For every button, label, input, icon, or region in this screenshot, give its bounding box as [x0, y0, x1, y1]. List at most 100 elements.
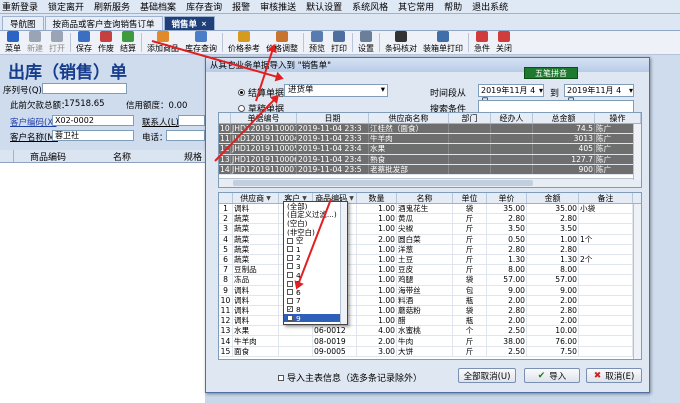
preview-button[interactable]: 预览 [306, 31, 328, 54]
table-cell: 7 [219, 265, 233, 275]
filter-checkbox[interactable] [287, 289, 293, 296]
items-col-header[interactable] [219, 193, 233, 203]
menu-item[interactable]: 基础档案 [140, 0, 176, 13]
menu-button[interactable]: 菜单 [2, 31, 24, 54]
save-button[interactable]: 保存 [73, 31, 95, 54]
customer-filter-dropdown[interactable]: (全部)(自定义过滤...)(空白)(非空白)空1234567✓89 [283, 201, 348, 325]
source-documents-table[interactable]: 单据编号 日期 供应商名称 部门 经办人 总金额 操作 10 JHD12019110003 201… [218, 112, 642, 188]
settle-button[interactable]: 结算 [117, 31, 139, 54]
table-row[interactable]: 11 JHD12019110004 2019-11-04 23:3 牛羊肉 3013 陈广 [219, 134, 641, 145]
table-cell: 9.00 [487, 285, 527, 295]
filter-option[interactable]: 1 [284, 245, 347, 254]
table-row[interactable]: 13 水果 06-0012 4.00 水蜜桃个 2.50 10.00 [219, 326, 641, 337]
table-row[interactable]: 13 JHD12019110006 2019-11-04 23:4 熟食 127.7 陈广 [219, 154, 641, 165]
urgent-button[interactable]: 急件 [471, 31, 493, 54]
close-button[interactable]: 关闭 [493, 31, 515, 54]
print-button[interactable]: 打印 [328, 31, 350, 54]
table-cell: 06-0012 [313, 326, 357, 336]
vertical-scrollbar[interactable] [633, 204, 641, 359]
tab-0[interactable]: 导航图 [2, 16, 44, 30]
items-col-header[interactable]: 金额 [527, 193, 579, 203]
menu-item[interactable]: 系统风格 [352, 0, 388, 13]
price-ref-button[interactable]: 价格参考 [225, 31, 263, 54]
seq-input[interactable] [42, 83, 127, 94]
filter-checkbox[interactable] [287, 246, 293, 253]
menu-item[interactable]: 审核推送 [260, 0, 296, 13]
dropdown-scrollbar[interactable] [340, 202, 347, 324]
filter-option[interactable]: 4 [284, 271, 347, 280]
sales-grid[interactable] [0, 150, 205, 403]
document-items-table[interactable]: 供应商 ▼ 客户 ▼ 商品编码 ▼ 数量 名称 单位 单价 金额 备注 1 调料 1.00 酒鬼花生袋 35.0… [218, 192, 642, 360]
radio-settled-dot[interactable] [238, 89, 245, 96]
items-col-header[interactable]: 名称 [397, 193, 453, 203]
items-col-header[interactable]: 单位 [453, 193, 487, 203]
filter-option[interactable]: 2 [284, 253, 347, 262]
radio-draft-dot[interactable] [238, 105, 245, 112]
filter-option[interactable]: ✓ 8 [284, 305, 347, 314]
date-from-picker[interactable]: 2019年11月 4日▾ [478, 84, 544, 106]
table-row[interactable]: 15 面食 09-0005 3.00 大饼斤 2.50 7.50 [219, 346, 641, 357]
contact-input[interactable] [178, 115, 205, 126]
barcode-icon [395, 31, 407, 42]
table-cell: 蔬菜 [233, 214, 279, 224]
filter-dropdown-icon[interactable]: ▼ [266, 195, 271, 202]
menu-item[interactable]: 锁定离开 [48, 0, 84, 13]
customer-name-input[interactable]: 蓉卫社 [52, 130, 134, 141]
menu-item[interactable]: 刷新服务 [94, 0, 130, 13]
filter-checkbox[interactable] [287, 263, 293, 270]
table-row[interactable]: 14 JHD12019110007 2019-11-04 23:5 老蔡批发部 900 陈… [219, 164, 641, 175]
phone-input[interactable] [166, 130, 205, 141]
import-main-info-option[interactable]: 导入主表信息（选多条记录除外） [278, 371, 422, 384]
scroll-thumb[interactable] [233, 180, 533, 186]
table-cell [579, 326, 633, 336]
menu-item[interactable]: 库存查询 [186, 0, 222, 13]
filter-checkbox[interactable]: ✓ [287, 306, 293, 313]
table-cell: 10 [219, 295, 233, 305]
doc-type-select[interactable]: 进货单 ▾ [284, 84, 388, 97]
customer-code-label[interactable]: 客户编码(X) [10, 116, 56, 128]
filter-option[interactable]: 6 [284, 288, 347, 297]
filter-dropdown-icon[interactable]: ▼ [349, 195, 354, 202]
filter-checkbox[interactable] [287, 237, 293, 244]
filter-checkbox[interactable] [287, 297, 293, 304]
open-button[interactable]: 打开 [46, 31, 68, 54]
import-button[interactable]: ✔ 导入 [524, 368, 580, 383]
cancel-all-button[interactable]: 全部取消(U) [458, 368, 516, 383]
menu-item[interactable]: 退出系统 [472, 0, 508, 13]
items-col-header[interactable]: 备注 [579, 193, 633, 203]
menu-item[interactable]: 帮助 [444, 0, 462, 13]
menu-item[interactable]: 重新登录 [2, 0, 38, 13]
customer-code-input[interactable]: X02-0002 [52, 115, 134, 126]
table-row[interactable]: 12JHD120191100052019-11-04 23:4水果405陈广 [219, 144, 641, 155]
vertical-scrollbar[interactable] [633, 124, 641, 180]
horizontal-scrollbar[interactable] [219, 178, 641, 187]
filter-checkbox[interactable] [287, 254, 293, 261]
table-cell: 包 [453, 285, 487, 295]
tab-2[interactable]: 销售单 × [163, 16, 215, 30]
filter-option[interactable]: 9 [284, 314, 347, 323]
barcode-button[interactable]: 条码核对 [382, 31, 420, 54]
table-cell: 老蔡批发部 [369, 164, 449, 174]
date-to-picker[interactable]: 2019年11月 4日▾ [564, 84, 634, 106]
table-row[interactable]: 14 牛羊肉 08-0019 2.00 牛肉斤 38.00 76.00 [219, 336, 641, 347]
menu-item[interactable]: 报警 [232, 0, 250, 13]
table-row[interactable]: 10 JHD12019110003 2019-11-04 23:3 江桂然（面食） 74… [219, 124, 641, 135]
close-tab-icon[interactable]: × [201, 20, 207, 28]
filter-option[interactable]: 7 [284, 296, 347, 305]
cancel-button[interactable]: ✖ 取消(E) [586, 368, 642, 383]
void-button[interactable]: 作废 [95, 31, 117, 54]
new-button[interactable]: 新建 [24, 31, 46, 54]
filter-checkbox[interactable] [287, 272, 293, 279]
items-col-header[interactable]: 数量 [357, 193, 397, 203]
items-col-header[interactable]: 供应商 ▼ [233, 193, 279, 203]
input-method-badge[interactable]: 五笔拼音 [524, 67, 578, 79]
settings-button[interactable]: 设置 [355, 31, 377, 54]
import-main-info-checkbox[interactable] [278, 374, 284, 381]
tab-1[interactable]: 按商品或客户查询销售订单 [44, 16, 163, 30]
menu-item[interactable]: 默认设置 [306, 0, 342, 13]
items-col-header[interactable]: 单价 [487, 193, 527, 203]
filter-checkbox[interactable] [287, 315, 293, 322]
packing-print-button[interactable]: 装箱单打印 [420, 31, 466, 54]
filter-option[interactable]: 3 [284, 262, 347, 271]
menu-item[interactable]: 其它常用 [398, 0, 434, 13]
